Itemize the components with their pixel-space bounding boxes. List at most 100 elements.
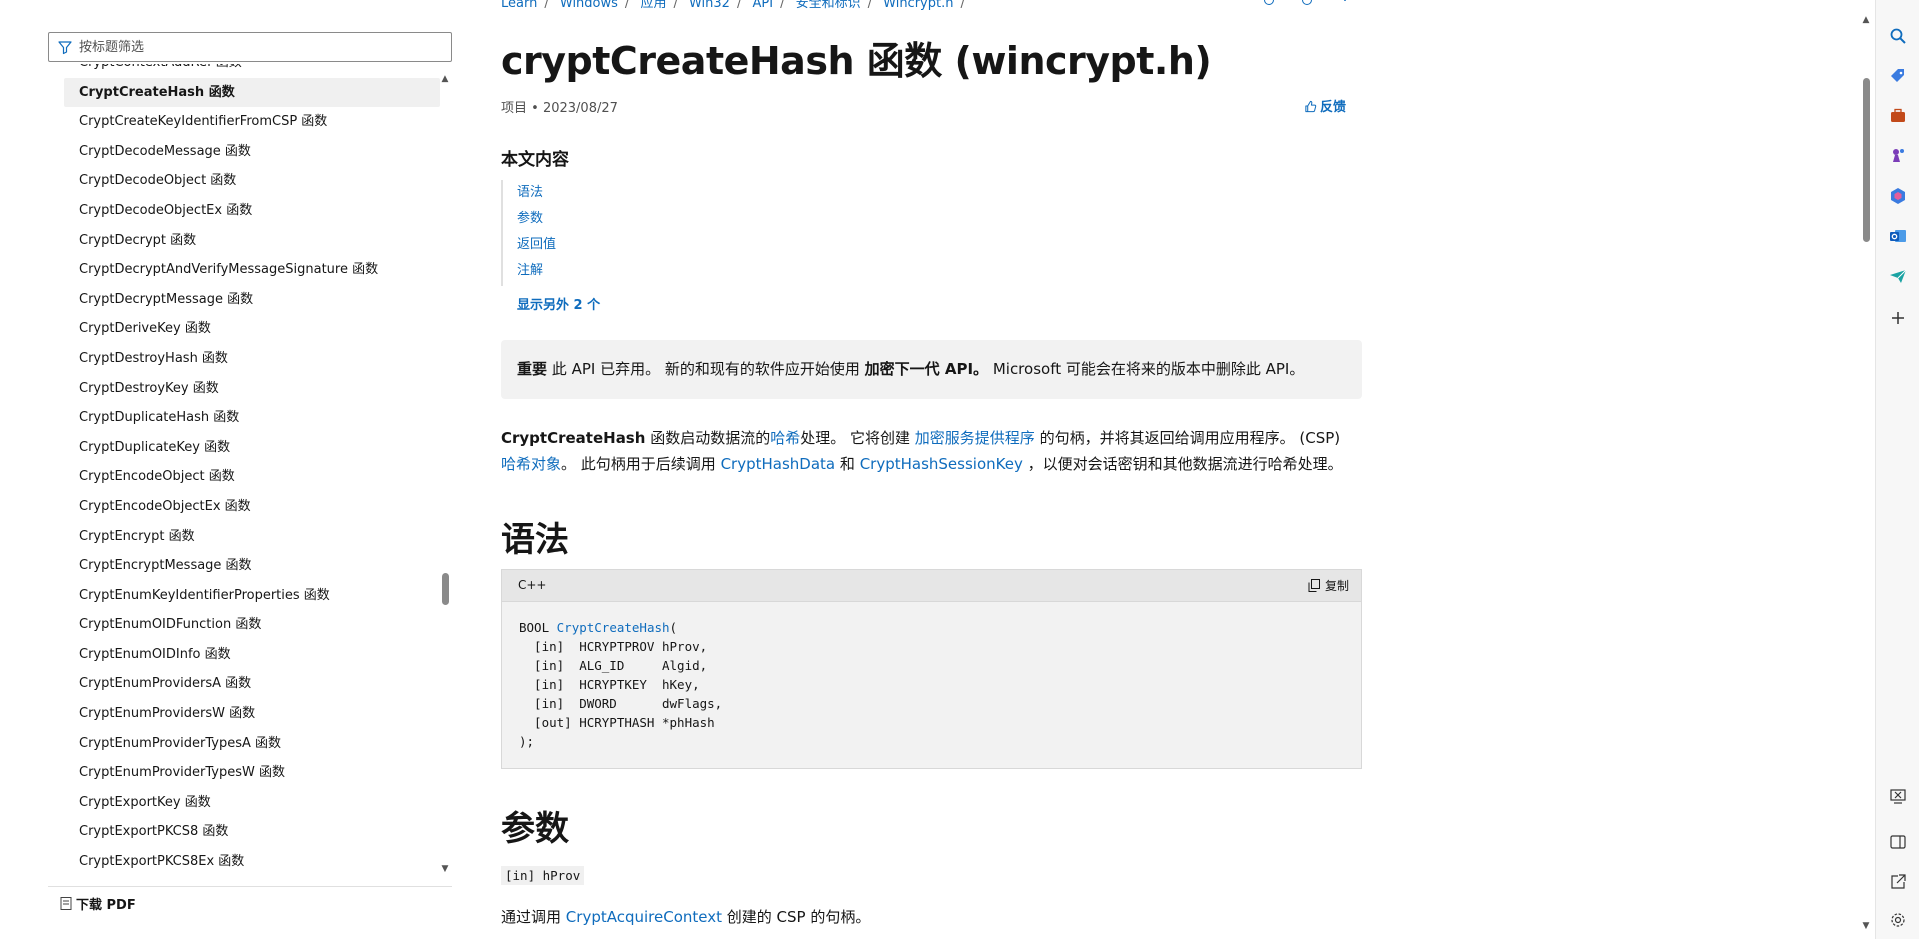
send-drop-icon[interactable] (1888, 266, 1908, 286)
settings-gear-icon[interactable] (1888, 910, 1908, 930)
in-this-article-heading: 本文内容 (501, 150, 569, 170)
article-link-syntax[interactable]: 语法 (503, 180, 556, 206)
microsoft-365-icon[interactable] (1888, 186, 1908, 206)
more-icon[interactable] (1339, 0, 1351, 6)
toc-item[interactable]: CryptEncodeObject 函数 (64, 462, 440, 492)
article-link-return-value[interactable]: 返回值 (503, 232, 556, 258)
parameters-heading: 参数 (501, 809, 569, 849)
toc-item[interactable]: CryptDecryptAndVerifyMessageSignature 函数 (64, 255, 440, 285)
toc-items: CryptContextAddRef 函数CryptCreateHash 函数C… (64, 64, 440, 877)
toc-item[interactable]: CryptContextAddRef 函数 (64, 64, 440, 78)
csp-link[interactable]: 加密服务提供程序 (915, 429, 1035, 447)
deprecation-notice: 重要 此 API 已弃用。 新的和现有的软件应开始使用 加密下一代 API。 M… (501, 340, 1362, 399)
scroll-up-icon[interactable]: ▲ (438, 72, 452, 86)
code-line: [out] HCRYPTHASH *phHash (519, 715, 715, 730)
breadcrumb-item[interactable]: Wincrypt.h (883, 0, 953, 11)
tools-briefcase-icon[interactable] (1888, 106, 1908, 126)
toc-item[interactable]: CryptDecodeObjectEx 函数 (64, 196, 440, 226)
breadcrumb-item[interactable]: Learn (501, 0, 537, 11)
toc-item[interactable]: CryptExportPKCS8Ex 函数 (64, 847, 440, 877)
code-line: [in] DWORD dwFlags, (519, 696, 723, 711)
cryptacquirecontext-link[interactable]: CryptAcquireContext (566, 908, 722, 926)
outlook-icon[interactable] (1888, 226, 1908, 246)
open-external-icon[interactable] (1888, 872, 1908, 892)
toc-item[interactable]: CryptDeriveKey 函数 (64, 314, 440, 344)
hash-link[interactable]: 哈希 (770, 429, 800, 447)
crypthashdata-link[interactable]: CryptHashData (721, 455, 836, 473)
code-header: C++ 复制 (502, 570, 1361, 602)
toc-item[interactable]: CryptEncrypt 函数 (64, 522, 440, 552)
breadcrumb-item[interactable]: Windows (560, 0, 618, 11)
page-scrollbar[interactable]: ▲ ▼ (1858, 0, 1874, 939)
show-more-button[interactable]: 显示另外 2 个 (517, 294, 600, 313)
scroll-down-icon[interactable]: ▼ (1858, 918, 1874, 934)
focus-mode-icon[interactable] (1263, 0, 1275, 6)
hash-object-link[interactable]: 哈希对象 (501, 455, 561, 473)
toc-item[interactable]: CryptEnumOIDFunction 函数 (64, 610, 440, 640)
breadcrumb-item[interactable]: API (752, 0, 773, 11)
toc-item[interactable]: CryptDestroyHash 函数 (64, 344, 440, 374)
copy-icon (1308, 579, 1320, 592)
toc-scrollbar[interactable]: ▲ ▼ (438, 72, 452, 880)
filter-icon (58, 41, 72, 55)
search-icon[interactable] (1888, 26, 1908, 46)
feedback-button[interactable]: 反馈 (1304, 96, 1346, 115)
toc-item-active[interactable]: CryptCreateHash 函数 (64, 77, 440, 108)
add-icon[interactable] (1888, 308, 1908, 328)
browser-sidebar (1875, 0, 1919, 939)
toc-sidebar: CryptContextAddRef 函数CryptCreateHash 函数C… (48, 0, 454, 939)
toc-item[interactable]: CryptDuplicateHash 函数 (64, 403, 440, 433)
screenshot-icon[interactable] (1888, 786, 1908, 806)
code-line: [in] HCRYPTKEY hKey, (519, 677, 700, 692)
crypthashsessionkey-link[interactable]: CryptHashSessionKey (860, 455, 1023, 473)
toc-item[interactable]: CryptEncodeObjectEx 函数 (64, 492, 440, 522)
download-pdf-button[interactable]: 下载 PDF (48, 886, 452, 919)
copy-button[interactable]: 复制 (1308, 577, 1349, 594)
toc-item[interactable]: CryptDuplicateKey 函数 (64, 433, 440, 463)
filter-input[interactable] (79, 37, 439, 57)
toc-item[interactable]: CryptDecodeMessage 函数 (64, 137, 440, 167)
breadcrumb: Learn / Windows / 应用 / Win32/ API / 安全和标识 / W… (501, 0, 972, 11)
toc-item[interactable]: CryptDecryptMessage 函数 (64, 285, 440, 315)
param-name: [in] hProv (501, 866, 585, 885)
toc-item[interactable]: CryptEnumProvidersA 函数 (64, 669, 440, 699)
sidebar-toggle-icon[interactable] (1888, 832, 1908, 852)
toc-item[interactable]: CryptDestroyKey 函数 (64, 374, 440, 404)
notice-text: 此 API 已弃用。 新的和现有的软件应开始使用 (551, 360, 860, 378)
toc-item[interactable]: CryptEnumKeyIdentifierProperties 函数 (64, 581, 440, 611)
scroll-up-icon[interactable]: ▲ (1858, 12, 1874, 28)
filter-box[interactable] (48, 32, 452, 62)
toc-scroll-thumb[interactable] (442, 573, 449, 605)
toc-item[interactable]: CryptDecodeObject 函数 (64, 166, 440, 196)
copy-label: 复制 (1324, 579, 1349, 593)
toc-item[interactable]: CryptEnumOIDInfo 函数 (64, 640, 440, 670)
code-content: BOOL CryptCreateHash( [in] HCRYPTPROV hP… (502, 602, 1361, 751)
games-chess-icon[interactable] (1888, 146, 1908, 166)
toc-item[interactable]: CryptEncryptMessage 函数 (64, 551, 440, 581)
in-this-article-list: 语法 参数 返回值 注解 (501, 180, 556, 286)
toc-item[interactable]: CryptCreateKeyIdentifierFromCSP 函数 (64, 107, 440, 137)
scroll-down-icon[interactable]: ▼ (438, 862, 452, 876)
breadcrumb-item[interactable]: 应用 (640, 0, 666, 11)
notice-link: 加密下一代 API。 (864, 360, 989, 378)
toc-item[interactable]: CryptExportKey 函数 (64, 788, 440, 818)
toc-item[interactable]: CryptExportPKCS8 函数 (64, 817, 440, 847)
intro-text: 的句柄，并将其返回给调用应用程序。 (CSP) (1039, 429, 1341, 447)
toc-item[interactable]: CryptEnumProvidersW 函数 (64, 699, 440, 729)
page-scroll-thumb[interactable] (1863, 78, 1870, 242)
intro-paragraph: CryptCreateHash 函数启动数据流的哈希处理。 它将创建 加密服务提… (501, 425, 1362, 477)
article-link-parameters[interactable]: 参数 (503, 206, 556, 232)
breadcrumb-item[interactable]: Win32 (689, 0, 730, 11)
intro-text: 处理。 它将创建 (800, 429, 911, 447)
article-link-remarks[interactable]: 注解 (503, 258, 556, 284)
intro-text: 函数启动数据流的 (650, 429, 771, 447)
add-collection-icon[interactable] (1301, 0, 1313, 6)
toc-item[interactable]: CryptEnumProviderTypesA 函数 (64, 729, 440, 759)
shopping-tag-icon[interactable] (1888, 66, 1908, 86)
toc-item[interactable]: CryptDecrypt 函数 (64, 226, 440, 256)
code-return-type: BOOL (519, 620, 550, 635)
toc-item[interactable]: CryptEnumProviderTypesW 函数 (64, 758, 440, 788)
intro-text: 。 此句柄用于后续调用 (561, 455, 716, 473)
breadcrumb-item[interactable]: 安全和标识 (796, 0, 861, 11)
thumbs-up-icon (1305, 100, 1317, 113)
